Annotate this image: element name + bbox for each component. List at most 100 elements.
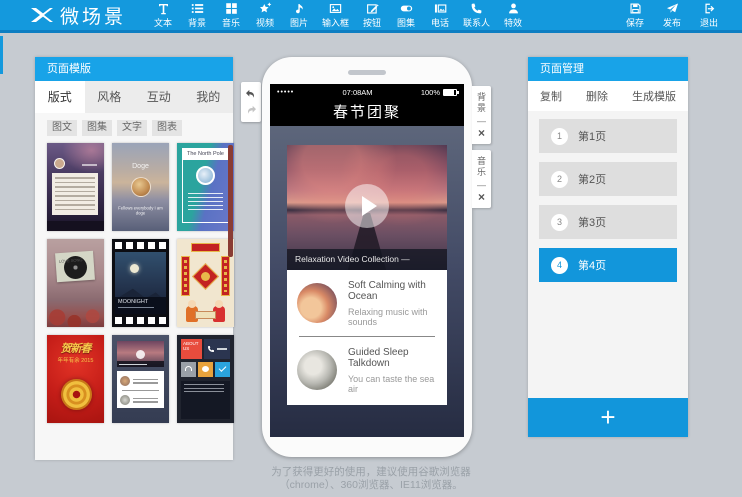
clock: 07:08AM — [294, 88, 421, 97]
close-icon[interactable]: × — [478, 128, 485, 139]
battery-indicator: 100% — [421, 88, 457, 97]
page-list: 1 第1页 2 第2页 3 第3页 4 第4页 — [528, 111, 688, 398]
template-he-xin-chun[interactable]: 贺新春 年年有余 2015 — [47, 335, 104, 423]
music-tab-label: 音乐 — [475, 156, 488, 178]
minimize-icon[interactable]: — — [477, 181, 486, 189]
app-root: 微场景 文本 背景 音乐 视频 图片 — [0, 0, 742, 497]
tab-mine[interactable]: 我的 — [184, 81, 234, 113]
status-bar: ••••• 07:08AM 100% — [270, 84, 464, 101]
cloud-glow — [62, 143, 104, 173]
filter-imagetext[interactable]: 图文 — [47, 120, 77, 136]
phone-speaker — [348, 70, 386, 75]
background-layer-tab[interactable]: 背景 — × — [472, 86, 491, 144]
playlist-thumb-rocks — [297, 350, 337, 390]
toolbar-item-picture[interactable]: 图片 — [288, 2, 310, 29]
make-template-button[interactable]: 生成模版 — [632, 88, 676, 104]
video-element[interactable]: Relaxation Video Collection — — [287, 145, 447, 270]
toolbar-item-button[interactable]: 按钮 — [361, 2, 383, 29]
playlist-item[interactable]: Guided Sleep Talkdown You can taste the … — [297, 337, 437, 403]
headphones-tile — [181, 362, 196, 377]
moon — [130, 264, 139, 273]
template-doge[interactable]: Doge Fellows everybody I am doge — [112, 143, 169, 231]
tab-layout[interactable]: 版式 — [35, 81, 85, 113]
page-canvas: Relaxation Video Collection — Soft Calmi… — [270, 126, 464, 437]
logo-x-icon — [30, 6, 54, 24]
page-item-4-active[interactable]: 4 第4页 — [539, 248, 677, 282]
filter-text[interactable]: 文字 — [117, 120, 147, 136]
playlist-title: Guided Sleep Talkdown — [348, 347, 437, 369]
mini-play-icon — [136, 350, 145, 359]
toolbar-item-music[interactable]: 音乐 — [220, 2, 242, 29]
browser-advice-line1: 为了获得更好的使用，建议使用谷歌浏览器 — [0, 466, 742, 479]
page-manager-title: 页面管理 — [528, 57, 688, 81]
scroll-banner — [195, 311, 216, 319]
page-label: 第4页 — [578, 257, 606, 273]
doge-title: Doge — [112, 163, 169, 170]
page-title[interactable]: 春节团聚 — [270, 101, 464, 126]
delete-button[interactable]: 删除 — [586, 88, 608, 104]
template-video-collection[interactable] — [112, 335, 169, 423]
copy-button[interactable]: 复制 — [540, 88, 562, 104]
page-item-1[interactable]: 1 第1页 — [539, 119, 677, 153]
redo-icon[interactable] — [245, 105, 257, 115]
hexinchun-title: 贺新春 — [47, 340, 104, 356]
publish-button[interactable]: 发布 — [661, 2, 683, 29]
fu-diamond — [192, 263, 219, 290]
about-tile: ABOUT US — [181, 339, 202, 359]
tab-style[interactable]: 风格 — [85, 81, 135, 113]
minimize-icon[interactable]: — — [477, 117, 486, 125]
top-toolbar: 微场景 文本 背景 音乐 视频 图片 — [0, 0, 742, 33]
page-number-badge: 3 — [551, 214, 568, 231]
filter-chart[interactable]: 图表 — [152, 120, 182, 136]
playlist-subtitle: Relaxing music with sounds — [348, 307, 437, 327]
phone-screen: ••••• 07:08AM 100% 春节团聚 Relaxation Video… — [270, 84, 464, 437]
undo-icon[interactable] — [245, 89, 257, 99]
check-tile — [215, 362, 230, 377]
video-caption: Relaxation Video Collection — — [287, 249, 447, 270]
filter-gallery[interactable]: 图集 — [82, 120, 112, 136]
mini-video — [117, 341, 164, 367]
music-layer-tab[interactable]: 音乐 — × — [472, 150, 491, 208]
template-tabs: 版式 风格 互动 我的 — [35, 81, 233, 113]
template-vinyl-record[interactable]: LOVE SONG — [47, 239, 104, 327]
exit-button[interactable]: 退出 — [698, 2, 720, 29]
close-icon[interactable]: × — [478, 192, 485, 203]
playlist-item[interactable]: Soft Calming with Ocean Relaxing music w… — [297, 270, 437, 336]
page-item-2[interactable]: 2 第2页 — [539, 162, 677, 196]
person-icon — [507, 2, 520, 15]
music-note-icon — [293, 2, 306, 15]
panel-scrollbar[interactable] — [228, 145, 233, 257]
mini-playlist — [117, 371, 164, 408]
chat-icon — [202, 366, 209, 372]
template-profile-card-purple[interactable] — [47, 143, 104, 231]
toolbar-item-background[interactable]: 背景 — [186, 2, 208, 29]
playlist-thumb-ocean — [297, 283, 337, 323]
toolbar-item-text[interactable]: 文本 — [152, 2, 174, 29]
template-spring-couplets[interactable] — [177, 239, 234, 327]
doge-avatar — [131, 177, 151, 197]
add-page-button[interactable]: + — [528, 398, 688, 437]
toolbar-item-input[interactable]: 输入框 — [322, 2, 349, 29]
toolbar-item-video[interactable]: 视频 — [254, 2, 276, 29]
toolbar-item-gallery[interactable]: 图集 — [395, 2, 417, 29]
play-button[interactable] — [345, 184, 389, 228]
battery-percent: 100% — [421, 88, 440, 97]
north-pole-title: The North Pole — [183, 149, 228, 160]
template-north-pole[interactable]: The North Pole — [177, 143, 234, 231]
headphones-icon — [185, 366, 192, 371]
signal-dots: ••••• — [277, 89, 294, 96]
template-moonight-film[interactable]: MOONIGHT — [112, 239, 169, 327]
text-card-placeholder — [52, 173, 98, 215]
moonight-caption: MOONIGHT — [115, 297, 166, 314]
image-icon — [329, 2, 342, 15]
toolbar-item-effects[interactable]: 特效 — [502, 2, 524, 29]
save-button[interactable]: 保存 — [624, 2, 646, 29]
toolbar-item-phone[interactable]: 电话 — [429, 2, 451, 29]
page-label: 第2页 — [578, 171, 606, 187]
template-metro-tiles[interactable]: ABOUT US — [177, 335, 234, 423]
page-item-3[interactable]: 3 第3页 — [539, 205, 677, 239]
city-silhouette — [47, 221, 104, 231]
tab-interactive[interactable]: 互动 — [134, 81, 184, 113]
film-sprockets-top — [115, 242, 166, 249]
toolbar-item-contacts[interactable]: 联系人 — [463, 2, 490, 29]
